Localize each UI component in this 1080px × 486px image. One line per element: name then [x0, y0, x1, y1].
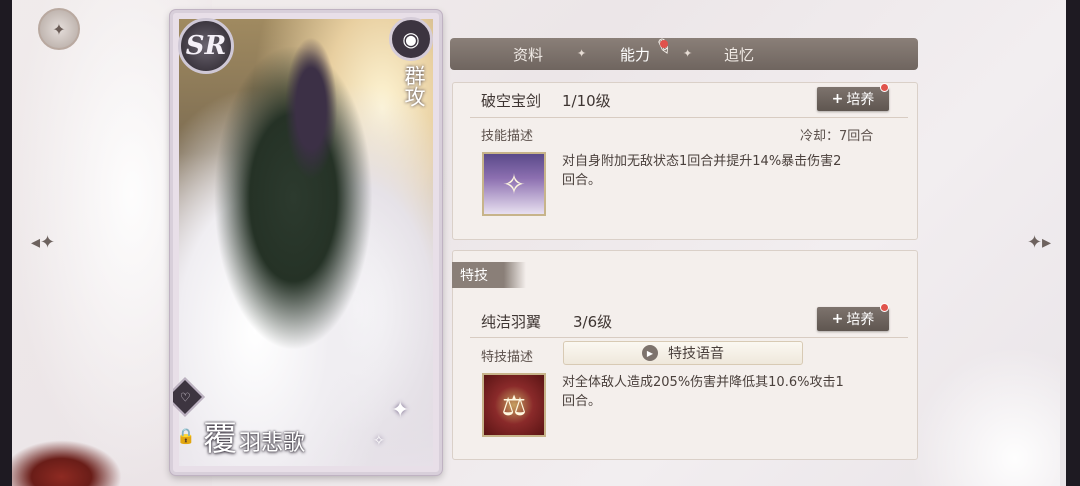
- angel-icon: ✧: [482, 152, 546, 216]
- special-train-button[interactable]: + 培养: [817, 307, 889, 331]
- tab-separator: ✦: [577, 47, 587, 60]
- attack-type-label: 群攻: [402, 65, 426, 107]
- special-voice-button[interactable]: ▶ 特技语音: [563, 341, 803, 365]
- voice-label: 特技语音: [668, 346, 724, 362]
- notification-dot: [660, 40, 668, 48]
- right-edge: [1066, 0, 1080, 486]
- sparkle-icon: ✦: [391, 398, 410, 423]
- tab-profile[interactable]: 资料: [495, 38, 561, 70]
- card-name: 覆 羽悲歌: [203, 411, 305, 460]
- card-name-rest: 羽悲歌: [239, 431, 306, 456]
- card-name-first: 覆: [203, 419, 237, 459]
- skill-train-button[interactable]: + 培养: [817, 87, 889, 111]
- character-card: SR ◉ 群攻 ♡ 🔒 覆 羽悲歌 ✦ ✧: [170, 10, 442, 475]
- divider: [470, 117, 908, 118]
- skill-desc-label: 技能描述: [481, 129, 534, 144]
- train-label: 培养: [846, 312, 875, 328]
- compass-icon[interactable]: ✦: [38, 8, 80, 50]
- special-name: 纯洁羽翼: [481, 313, 542, 331]
- arrow-left-icon[interactable]: ◂✦: [28, 231, 58, 253]
- divider: [470, 337, 908, 338]
- left-edge: [0, 0, 12, 486]
- notification-dot: [880, 83, 889, 92]
- train-label: 培养: [846, 92, 875, 108]
- special-description-line2: 回合。: [562, 394, 602, 409]
- skill-description-line2: 回合。: [562, 173, 602, 188]
- skill-name: 破空宝剑: [481, 92, 542, 110]
- tab-separator: ✦: [683, 47, 693, 60]
- special-description-line1: 对全体敌人造成205%伤害并降低其10.6%攻击1: [562, 375, 844, 390]
- play-icon: ▶: [642, 345, 658, 361]
- special-level: 3/6级: [573, 313, 613, 331]
- scales-icon: ⚖: [482, 373, 546, 437]
- background-wing: [910, 346, 1060, 486]
- plus-icon: +: [831, 91, 844, 107]
- special-section-tag: 特技: [452, 262, 526, 288]
- sparkle-icon: ✧: [373, 433, 385, 449]
- special-desc-label: 特技描述: [481, 350, 534, 365]
- lock-icon[interactable]: 🔒: [176, 425, 196, 447]
- attack-type-icon: ◉: [389, 17, 433, 61]
- skill-cooldown: 冷却：7回合: [800, 129, 874, 144]
- rose-decoration: [12, 440, 122, 486]
- skill-description-line1: 对自身附加无敌状态1回合并提升14%暴击伤害2: [562, 154, 842, 169]
- rarity-badge: SR: [178, 18, 234, 74]
- arrow-right-icon[interactable]: ✦▸: [1024, 231, 1054, 253]
- plus-icon: +: [831, 311, 844, 327]
- skill-level: 1/10级: [562, 92, 611, 110]
- tab-memory[interactable]: 追忆: [706, 38, 772, 70]
- notification-dot: [880, 303, 889, 312]
